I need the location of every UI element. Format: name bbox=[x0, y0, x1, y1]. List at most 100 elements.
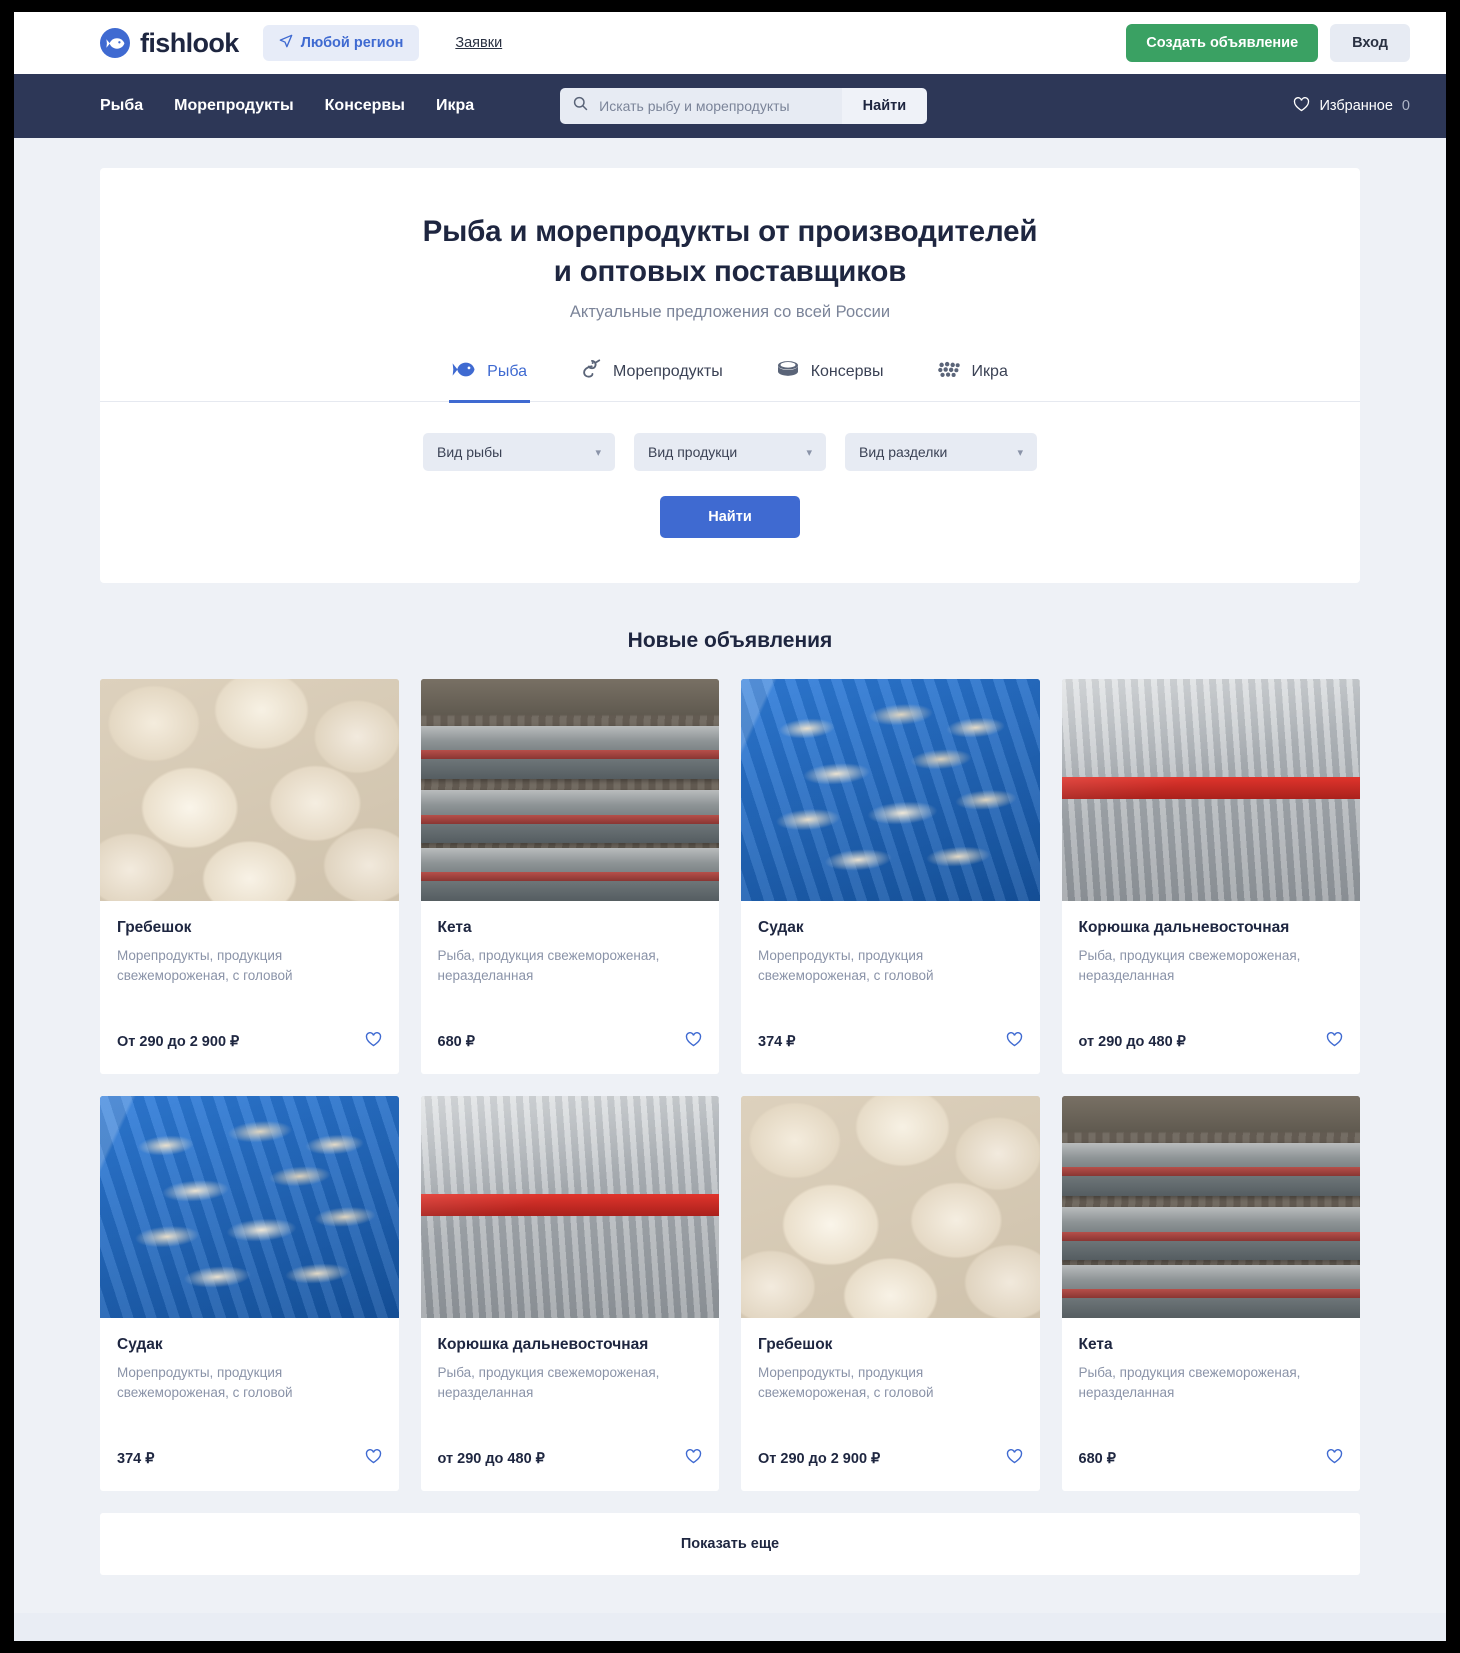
listing-card-title: Гребешок bbox=[117, 919, 192, 937]
listing-card-footer: 374 ₽ bbox=[741, 1032, 1040, 1074]
tab-seafood[interactable]: Морепродукты bbox=[577, 349, 726, 403]
nav-item-fish[interactable]: Рыба bbox=[100, 97, 143, 115]
filter-row: Вид рыбы ▾ Вид продукци ▾ Вид разделки ▾ bbox=[100, 402, 1360, 472]
listing-card[interactable]: Корюшка дальневосточная Рыба, продукция с… bbox=[420, 1096, 720, 1492]
listing-card-image[interactable] bbox=[420, 679, 719, 902]
favorites-count: 0 bbox=[1401, 98, 1410, 114]
hero-search-row: Найти bbox=[100, 471, 1360, 583]
nav-item-caviar[interactable]: Икра bbox=[436, 97, 474, 115]
chevron-down-icon: ▾ bbox=[806, 446, 812, 459]
favorites-link[interactable]: Избранное 0 bbox=[1293, 96, 1410, 116]
region-selector[interactable]: Любой регион bbox=[262, 25, 420, 61]
listing-card[interactable]: Судак Морепродукты, продукция свежемороже… bbox=[100, 1096, 399, 1492]
listing-card-image[interactable] bbox=[100, 679, 399, 902]
footer: © 2019 Fishlook.ru Пользовательское согл… bbox=[14, 1613, 1446, 1641]
heart-outline-icon[interactable] bbox=[685, 1032, 702, 1052]
heart-outline-icon[interactable] bbox=[365, 1449, 382, 1469]
heart-outline-icon[interactable] bbox=[1006, 1449, 1023, 1469]
tab-canned[interactable]: Консервы bbox=[773, 349, 887, 403]
listings-grid: Гребешок Морепродукты, продукция свежемор… bbox=[100, 679, 1361, 1492]
top-bar-actions: Создать объявление Вход bbox=[1126, 24, 1410, 62]
listing-card-image[interactable] bbox=[1061, 679, 1360, 902]
listing-card[interactable]: Судак Морепродукты, продукция свежемороже… bbox=[741, 679, 1040, 1075]
listing-card-price: от 290 до 480 ₽ bbox=[437, 1451, 545, 1468]
filter-fish-type[interactable]: Вид рыбы ▾ bbox=[423, 433, 615, 472]
requests-link[interactable]: Заявки bbox=[455, 35, 502, 51]
logo[interactable]: fishlook bbox=[100, 28, 239, 59]
search-input[interactable] bbox=[597, 97, 829, 115]
listing-card-body: Корюшка дальневосточная Рыба, продукция с… bbox=[421, 1318, 720, 1449]
heart-outline-icon[interactable] bbox=[1006, 1032, 1023, 1052]
shrimp-icon bbox=[580, 358, 602, 385]
search-submit-button[interactable]: Найти bbox=[841, 88, 928, 124]
listing-card-description: Морепродукты, продукция свежемороженая, … bbox=[758, 1365, 934, 1401]
tab-fish-label: Рыба bbox=[487, 362, 528, 380]
listing-card-image[interactable] bbox=[100, 1096, 399, 1319]
listing-card-title: Судак bbox=[117, 1336, 163, 1354]
listing-card[interactable]: Гребешок Морепродукты, продукция свежемор… bbox=[741, 1096, 1040, 1492]
listing-card-footer: От 290 до 2 900 ₽ bbox=[741, 1449, 1040, 1491]
listing-card-description: Морепродукты, продукция свежемороженая, … bbox=[758, 948, 934, 984]
search-icon bbox=[573, 96, 588, 116]
tab-canned-label: Консервы bbox=[810, 362, 884, 380]
page-subtitle: Актуальные предложения со всей России bbox=[569, 303, 891, 322]
hero-panel: Рыба и морепродукты от производителей и … bbox=[100, 168, 1360, 584]
listing-card-body: Гребешок Морепродукты, продукция свежемор… bbox=[100, 901, 399, 1032]
listing-card-description: Рыба, продукция свежемороженая, нераздел… bbox=[437, 948, 660, 984]
page-content: Рыба и морепродукты от производителей и … bbox=[14, 168, 1446, 1576]
heart-outline-icon[interactable] bbox=[1326, 1032, 1343, 1052]
chevron-down-icon: ▾ bbox=[595, 446, 601, 459]
listing-card-title: Гребешок bbox=[758, 1336, 833, 1354]
listing-card-footer: от 290 до 480 ₽ bbox=[1062, 1032, 1361, 1074]
listing-card-body: Кета Рыба, продукция свежемороженая, нера… bbox=[1062, 1318, 1361, 1449]
search-field-wrap[interactable] bbox=[560, 88, 842, 124]
listing-card-footer: 680 ₽ bbox=[1062, 1449, 1361, 1491]
listing-card[interactable]: Кета Рыба, продукция свежемороженая, нера… bbox=[1061, 1096, 1361, 1492]
listing-card-image[interactable] bbox=[420, 1096, 719, 1319]
listing-card[interactable]: Кета Рыба, продукция свежемороженая, нера… bbox=[420, 679, 719, 1075]
heart-outline-icon[interactable] bbox=[1326, 1449, 1343, 1469]
listing-card-price: От 290 до 2 900 ₽ bbox=[758, 1451, 881, 1468]
create-ad-button[interactable]: Создать объявление bbox=[1126, 24, 1319, 62]
listing-card-image[interactable] bbox=[1061, 1096, 1360, 1319]
show-more-button[interactable]: Показать еще bbox=[100, 1513, 1360, 1576]
filter-cut-type[interactable]: Вид разделки ▾ bbox=[845, 433, 1037, 472]
heart-icon bbox=[1293, 96, 1310, 116]
filter-cut-type-label: Вид разделки bbox=[859, 444, 948, 461]
listing-card-image[interactable] bbox=[741, 1096, 1040, 1319]
product-photo-keta bbox=[420, 679, 719, 902]
nav-item-canned[interactable]: Консервы bbox=[325, 97, 405, 115]
page-title-line-2: и оптовых поставщиков bbox=[553, 254, 907, 288]
category-nav: Рыба Морепродукты Консервы Икра bbox=[100, 97, 474, 115]
app-window: fishlook Любой регион Заявки Создать объ… bbox=[14, 12, 1446, 1641]
listing-card[interactable]: Корюшка дальневосточная Рыба, продукция с… bbox=[1061, 679, 1361, 1075]
tab-caviar[interactable]: Икра bbox=[934, 349, 1011, 403]
page-title: Рыба и морепродукты от производителей и … bbox=[100, 212, 1360, 291]
product-photo-scallop bbox=[741, 1096, 1040, 1319]
listing-card-price: 374 ₽ bbox=[758, 1034, 796, 1051]
product-photo-sudak bbox=[741, 679, 1040, 902]
listing-card[interactable]: Гребешок Морепродукты, продукция свежемор… bbox=[100, 679, 399, 1075]
product-photo-keta bbox=[1061, 1096, 1360, 1319]
listing-card-price: от 290 до 480 ₽ bbox=[1078, 1034, 1186, 1051]
listing-card-body: Судак Морепродукты, продукция свежемороже… bbox=[741, 901, 1040, 1032]
top-bar: fishlook Любой регион Заявки Создать объ… bbox=[14, 12, 1446, 74]
listing-card-description: Рыба, продукция свежемороженая, нераздел… bbox=[1078, 1365, 1301, 1401]
listing-card-price: От 290 до 2 900 ₽ bbox=[117, 1034, 240, 1051]
product-photo-koryushka bbox=[420, 1096, 719, 1319]
listing-card-title: Кета bbox=[437, 919, 472, 937]
tab-fish[interactable]: Рыба bbox=[449, 349, 531, 404]
fish-logo-icon bbox=[100, 28, 130, 58]
nav-item-seafood[interactable]: Морепродукты bbox=[174, 97, 294, 115]
tab-seafood-label: Морепродукты bbox=[613, 362, 723, 380]
listing-card-title: Судак bbox=[758, 919, 804, 937]
listing-card-image[interactable] bbox=[741, 679, 1040, 902]
login-button[interactable]: Вход bbox=[1330, 24, 1410, 62]
listing-card-description: Рыба, продукция свежемороженая, нераздел… bbox=[437, 1365, 660, 1401]
navigation-arrow-icon bbox=[279, 34, 293, 52]
heart-outline-icon[interactable] bbox=[365, 1032, 382, 1052]
listing-card-description: Морепродукты, продукция свежемороженая, … bbox=[117, 948, 293, 984]
filter-product-type[interactable]: Вид продукци ▾ bbox=[634, 433, 826, 472]
hero-search-button[interactable]: Найти bbox=[660, 496, 800, 539]
heart-outline-icon[interactable] bbox=[685, 1449, 702, 1469]
